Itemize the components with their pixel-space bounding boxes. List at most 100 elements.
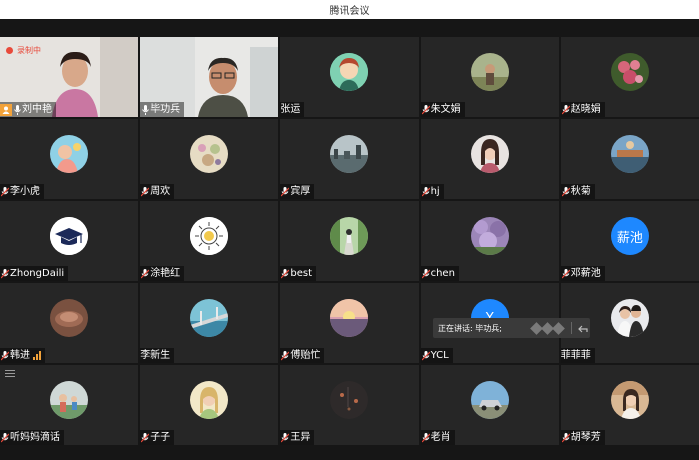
avatar <box>470 53 509 92</box>
avatar <box>330 53 369 92</box>
participant-tile-lixinsheng[interactable]: 李新生 <box>140 283 279 363</box>
participant-tile-bigongbing[interactable]: 毕功兵 <box>140 37 279 117</box>
participant-tile-binhou[interactable]: 宾厚 <box>280 119 419 199</box>
recording-label: 录制中 <box>17 46 41 55</box>
mic-muted-icon <box>280 350 290 362</box>
name-bar: 子子 <box>140 430 175 445</box>
avatar <box>470 217 509 256</box>
name-bar: chen <box>420 266 459 281</box>
participant-name: 子子 <box>150 431 171 443</box>
participant-tile-liuzhongyan[interactable]: 录制中 刘中艳 <box>0 37 139 117</box>
mic-on-icon <box>140 104 150 116</box>
name-bar: 宾厚 <box>280 184 315 199</box>
mic-muted-icon <box>421 350 431 362</box>
participant-tile-zhaoxiaojuan[interactable]: 赵晓娟 <box>560 37 699 117</box>
mic-muted-icon <box>561 186 571 198</box>
participant-name: YCL <box>430 349 449 361</box>
mic-on-icon <box>12 104 22 116</box>
mic-muted-icon <box>421 104 431 116</box>
avatar <box>470 135 509 174</box>
participant-tile-zhuwenjuan[interactable]: 朱文娟 <box>420 37 559 117</box>
avatar-initials: 薪池 <box>616 230 643 246</box>
participant-tile-hj[interactable]: hj <box>420 119 559 199</box>
avatar <box>50 217 89 256</box>
avatar <box>610 299 649 338</box>
participant-tile-hanjin[interactable]: 韩进 <box>0 283 139 363</box>
participant-tile-fuyimang[interactable]: 傅贻忙 <box>280 283 419 363</box>
avatar <box>330 381 369 420</box>
participant-name: 听妈妈滴话 <box>10 431 60 443</box>
mic-muted-icon <box>0 268 10 280</box>
name-bar: 涂艳红 <box>140 266 185 281</box>
participant-tile-zhongdaili[interactable]: ZhongDaili <box>0 201 139 281</box>
participant-name: 涂艳红 <box>150 267 181 279</box>
avatar <box>610 53 649 92</box>
participant-name: 宾厚 <box>290 185 311 197</box>
avatar <box>190 299 229 338</box>
participant-name: 刘中艳 <box>22 103 52 115</box>
participant-name: 毕功兵 <box>150 103 181 115</box>
participant-tile-huqinfang[interactable]: 胡琴芳 <box>560 365 699 445</box>
name-bar: 王异 <box>280 430 315 445</box>
mic-muted-icon <box>0 432 10 444</box>
avatar <box>610 381 649 420</box>
avatar <box>330 217 369 256</box>
participant-name: 赵晓娟 <box>570 103 601 115</box>
name-bar: 韩进 <box>0 348 45 363</box>
speaker-avatars-placeholder <box>530 321 565 335</box>
mic-muted-icon <box>0 186 10 198</box>
collapse-arrow-icon[interactable] <box>578 319 588 338</box>
name-bar: 赵晓娟 <box>560 102 605 117</box>
participant-name: hj <box>430 185 440 197</box>
participant-tile-chen[interactable]: chen <box>420 201 559 281</box>
name-bar: ZhongDaili <box>0 266 69 281</box>
mic-muted-icon <box>561 432 571 444</box>
participant-name: chen <box>430 267 455 279</box>
name-bar: 周欢 <box>140 184 175 199</box>
mic-muted-icon <box>0 350 10 362</box>
participant-name: 李小虎 <box>10 185 40 197</box>
avatar <box>50 381 89 420</box>
participant-tile-wangyi[interactable]: 王异 <box>280 365 419 445</box>
participant-tile-tingmamadihua[interactable]: 听妈妈滴话 <box>0 365 139 445</box>
name-bar: 朱文娟 <box>420 102 465 117</box>
participant-tile-tuyanhong[interactable]: 涂艳红 <box>140 201 279 281</box>
participant-name: 朱文娟 <box>430 103 461 115</box>
name-bar: 听妈妈滴话 <box>0 430 64 445</box>
participant-tile-dengxinchi[interactable]: 薪池 邓薪池 <box>560 201 699 281</box>
recording-dot-icon <box>6 47 13 54</box>
participant-tile-laoxiao[interactable]: 老肖 <box>420 365 559 445</box>
name-bar: 张运 <box>280 102 305 117</box>
name-bar: 邓薪池 <box>560 266 605 281</box>
menu-handle-icon[interactable] <box>1 366 19 380</box>
window-title: 腾讯会议 <box>329 6 370 17</box>
participant-name: 周欢 <box>150 185 171 197</box>
participant-name: 傅贻忙 <box>290 349 321 361</box>
participant-name: 老肖 <box>430 431 451 443</box>
mic-muted-icon <box>140 268 150 280</box>
mic-muted-icon <box>280 268 290 280</box>
mic-muted-icon <box>140 186 150 198</box>
mic-muted-icon <box>421 186 431 198</box>
mic-muted-icon <box>561 268 571 280</box>
participant-name: 菲菲菲 <box>560 349 591 361</box>
avatar <box>190 135 229 174</box>
participant-name: 胡琴芳 <box>570 431 601 443</box>
participant-grid: 录制中 刘中艳 毕功兵 张运 朱文娟 赵晓娟 李小虎 周欢 宾厚 hj 秋菊 Z… <box>0 37 699 445</box>
avatar <box>470 381 509 420</box>
name-bar: 傅贻忙 <box>280 348 325 363</box>
speaking-indicator-popup: 正在讲话: 毕功兵; <box>433 318 590 338</box>
participant-tile-qiuju[interactable]: 秋菊 <box>560 119 699 199</box>
mic-muted-icon <box>280 186 290 198</box>
audio-level-icon <box>33 351 41 360</box>
name-bar: 李新生 <box>140 348 175 363</box>
participant-name: ZhongDaili <box>10 267 65 279</box>
avatar <box>50 299 89 338</box>
avatar <box>330 299 369 338</box>
participant-tile-best[interactable]: best <box>280 201 419 281</box>
speaking-label: 正在讲话: 毕功兵; <box>438 323 502 333</box>
participant-tile-zhangyun[interactable]: 张运 <box>280 37 419 117</box>
participant-tile-zizi[interactable]: 子子 <box>140 365 279 445</box>
participant-tile-zhouhuan[interactable]: 周欢 <box>140 119 279 199</box>
participant-tile-lixiaohu[interactable]: 李小虎 <box>0 119 139 199</box>
